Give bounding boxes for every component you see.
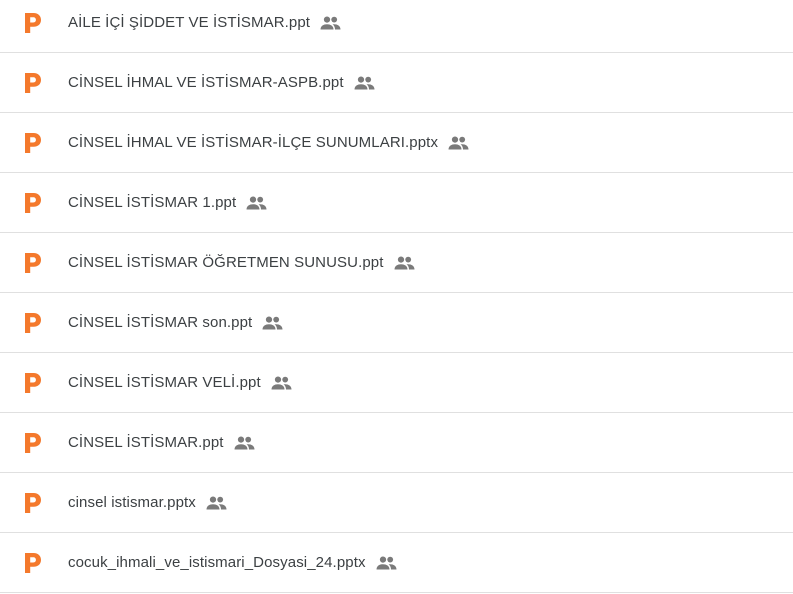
file-name-container: CİNSEL İSTİSMAR ÖĞRETMEN SUNUSU.ppt [68,233,415,292]
shared-people-icon [206,496,227,510]
file-row[interactable]: AİLE İÇİ ŞİDDET VE İSTİSMAR.ppt [0,0,793,53]
file-row[interactable]: cocuk_ihmali_ve_istismari_Dosyasi_24.ppt… [0,533,793,593]
file-name[interactable]: CİNSEL İSTİSMAR VELİ.ppt [68,374,261,391]
file-name[interactable]: CİNSEL İSTİSMAR 1.ppt [68,194,236,211]
shared-people-icon [448,136,469,150]
file-name-container: CİNSEL İHMAL VE İSTİSMAR-İLÇE SUNUMLARI.… [68,113,469,172]
powerpoint-icon [24,312,42,334]
file-row[interactable]: CİNSEL İHMAL VE İSTİSMAR-ASPB.ppt [0,53,793,113]
powerpoint-icon [24,492,42,514]
file-name[interactable]: cinsel istismar.pptx [68,494,196,511]
shared-people-icon [354,76,375,90]
shared-people-icon [376,556,397,570]
powerpoint-icon [24,192,42,214]
file-list: AİLE İÇİ ŞİDDET VE İSTİSMAR.ppt CİNSEL İ… [0,0,793,593]
powerpoint-icon [24,552,42,574]
file-name[interactable]: AİLE İÇİ ŞİDDET VE İSTİSMAR.ppt [68,14,310,31]
file-name[interactable]: CİNSEL İSTİSMAR.ppt [68,434,224,451]
file-name-container: AİLE İÇİ ŞİDDET VE İSTİSMAR.ppt [68,0,341,52]
powerpoint-icon [24,132,42,154]
file-row[interactable]: cinsel istismar.pptx [0,473,793,533]
powerpoint-icon [24,72,42,94]
file-row[interactable]: CİNSEL İSTİSMAR.ppt [0,413,793,473]
file-name[interactable]: cocuk_ihmali_ve_istismari_Dosyasi_24.ppt… [68,554,366,571]
file-row[interactable]: CİNSEL İSTİSMAR ÖĞRETMEN SUNUSU.ppt [0,233,793,293]
powerpoint-icon [24,252,42,274]
file-name-container: CİNSEL İSTİSMAR VELİ.ppt [68,353,292,412]
powerpoint-icon [24,372,42,394]
file-row[interactable]: CİNSEL İSTİSMAR VELİ.ppt [0,353,793,413]
file-name-container: CİNSEL İSTİSMAR son.ppt [68,293,283,352]
shared-people-icon [262,316,283,330]
file-name[interactable]: CİNSEL İSTİSMAR ÖĞRETMEN SUNUSU.ppt [68,254,384,271]
file-name-container: CİNSEL İHMAL VE İSTİSMAR-ASPB.ppt [68,53,375,112]
file-name[interactable]: CİNSEL İSTİSMAR son.ppt [68,314,252,331]
shared-people-icon [246,196,267,210]
file-row[interactable]: CİNSEL İSTİSMAR 1.ppt [0,173,793,233]
file-name-container: cinsel istismar.pptx [68,473,227,532]
file-name[interactable]: CİNSEL İHMAL VE İSTİSMAR-ASPB.ppt [68,74,344,91]
shared-people-icon [271,376,292,390]
file-row[interactable]: CİNSEL İHMAL VE İSTİSMAR-İLÇE SUNUMLARI.… [0,113,793,173]
powerpoint-icon [24,12,42,34]
shared-people-icon [320,16,341,30]
file-name-container: cocuk_ihmali_ve_istismari_Dosyasi_24.ppt… [68,533,397,592]
file-name[interactable]: CİNSEL İHMAL VE İSTİSMAR-İLÇE SUNUMLARI.… [68,134,438,151]
shared-people-icon [394,256,415,270]
file-name-container: CİNSEL İSTİSMAR.ppt [68,413,255,472]
shared-people-icon [234,436,255,450]
file-name-container: CİNSEL İSTİSMAR 1.ppt [68,173,267,232]
powerpoint-icon [24,432,42,454]
file-row[interactable]: CİNSEL İSTİSMAR son.ppt [0,293,793,353]
